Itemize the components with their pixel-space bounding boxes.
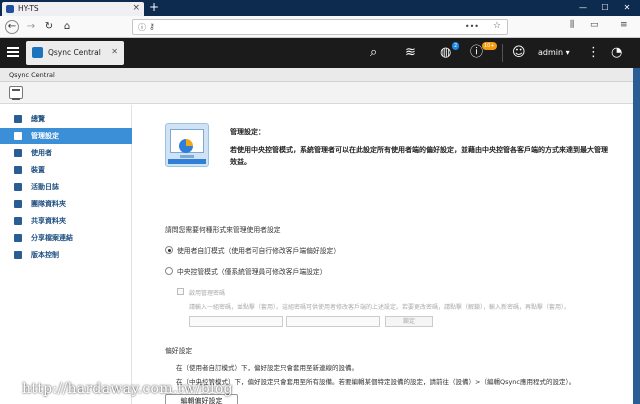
enable-password-checkbox[interactable] xyxy=(177,288,184,295)
mode-question: 請問您需要何種形式來管理使用者設定 xyxy=(165,226,281,234)
more-icon[interactable]: ⋮ xyxy=(587,45,600,61)
browser-tab-bar: HY-TS × + — ☐ ✕ xyxy=(0,0,640,16)
management-icon xyxy=(14,132,22,140)
lock-button[interactable]: 鎖定 xyxy=(385,316,433,327)
window-toolbar xyxy=(0,82,633,104)
password-hint: 請輸入一組密碼，並點擊（套用）。這組密碼可供使用者修改客戶端的上述設定。若要更改… xyxy=(189,304,571,311)
close-window-button[interactable]: ✕ xyxy=(616,0,638,16)
app-tab-qsync[interactable]: Qsync Central ✕ xyxy=(26,41,124,65)
stack-icon[interactable]: ≋ xyxy=(405,45,416,61)
browser-menu-icon[interactable]: ≡ xyxy=(620,20,628,30)
close-tab-icon[interactable]: × xyxy=(132,3,140,13)
qsync-central-window: Qsync Central 總覽 管理設定 使用者 裝置 活動日誌 團隊資料夾 xyxy=(0,68,633,404)
sidebar-item-management[interactable]: 管理設定 xyxy=(0,128,132,144)
sidebar-item-users[interactable]: 使用者 xyxy=(0,145,132,161)
sidebar-item-label: 分享檔案連結 xyxy=(31,234,73,242)
sidebar-item-label: 管理設定 xyxy=(31,132,59,140)
team-folder-icon xyxy=(14,200,22,208)
users-icon xyxy=(14,149,22,157)
minimize-button[interactable]: — xyxy=(572,0,594,16)
preferences-note-central-mode: 在（中央控管模式）下，偏好設定只會套用至所有設備。若要編輯某個特定設備的設定，請… xyxy=(176,378,576,386)
back-icon[interactable]: ← xyxy=(5,20,19,34)
main-panel: 管理設定： 若使用中央控管模式，系統管理者可以在此設定所有使用者端的偏好設定，並… xyxy=(133,105,633,404)
shared-folder-icon xyxy=(14,217,22,225)
notice-badge: 10+ xyxy=(482,42,497,50)
user-mode-radio[interactable] xyxy=(165,246,173,254)
activity-log-icon xyxy=(14,183,22,191)
maximize-button[interactable]: ☐ xyxy=(594,0,616,16)
desktop-edge xyxy=(633,68,640,404)
key-icon[interactable]: ⚷ xyxy=(149,22,155,31)
sidebar-item-label: 總覽 xyxy=(31,115,45,123)
home-icon[interactable]: ⌂ xyxy=(60,20,74,34)
user-menu[interactable]: admin ▾ xyxy=(538,48,570,57)
page-title: 管理設定： xyxy=(230,128,265,136)
tasks-badge: 2 xyxy=(452,42,460,50)
enable-password-label: 啟用管理密碼 xyxy=(189,290,226,297)
central-mode-radio[interactable] xyxy=(165,267,173,275)
sidebar-item-label: 活動日誌 xyxy=(31,183,59,191)
password-input[interactable] xyxy=(189,316,283,327)
central-mode-label: 中央控管模式（僅系統管理員可修改客戶端設定） xyxy=(177,268,327,276)
toggle-sidebar-button[interactable] xyxy=(9,86,23,100)
sidebar-item-activity-log[interactable]: 活動日誌 xyxy=(0,179,132,195)
notice-icon[interactable]: ⓘ xyxy=(470,45,483,61)
sidebar-item-label: 版本控制 xyxy=(31,251,59,259)
sidebar-item-shared-folder[interactable]: 共享資料夾 xyxy=(0,213,132,229)
user-icon[interactable]: ☺ xyxy=(512,45,526,61)
tasks-icon[interactable]: ◍ xyxy=(440,45,451,61)
window-title-bar: Qsync Central xyxy=(0,68,633,82)
close-app-tab-icon[interactable]: ✕ xyxy=(111,47,118,56)
bookmark-star-icon[interactable]: ☆ xyxy=(493,21,501,31)
window-title: Qsync Central xyxy=(9,71,55,79)
version-control-icon xyxy=(14,251,22,259)
sidebar-item-label: 團隊資料夾 xyxy=(31,200,66,208)
browser-nav-bar: ← → ↻ ⌂ ⓘ ⚷ ••• ☆ ⫼ ▭ ≡ xyxy=(0,16,640,38)
new-tab-button[interactable]: + xyxy=(149,0,159,14)
search-icon[interactable]: ⌕ xyxy=(370,45,377,61)
management-settings-illustration-icon xyxy=(165,123,209,167)
preferences-note-user-mode: 在（使用者自訂模式）下，偏好設定只會套用至新連線的設備。 xyxy=(176,364,358,372)
password-confirm-input[interactable] xyxy=(286,316,380,327)
info-icon[interactable]: ⓘ xyxy=(138,22,146,33)
user-mode-label: 使用者自訂模式（使用者可自行修改客戶端偏好設定） xyxy=(177,247,341,255)
qnap-favicon-icon xyxy=(6,5,14,13)
address-bar[interactable]: ⓘ ⚷ ••• ☆ xyxy=(132,19,508,35)
app-tab-title: Qsync Central xyxy=(48,48,101,57)
browser-tab-title: HY-TS xyxy=(18,4,39,13)
reload-icon[interactable]: ↻ xyxy=(42,20,56,34)
preferences-heading: 偏好設定 xyxy=(165,347,193,355)
sidebar: 總覽 管理設定 使用者 裝置 活動日誌 團隊資料夾 共享資料夾 分享檔案連結 版… xyxy=(0,105,132,404)
sidebar-item-share-links[interactable]: 分享檔案連結 xyxy=(0,230,132,246)
forward-icon[interactable]: → xyxy=(24,20,38,34)
sidebar-item-version-control[interactable]: 版本控制 xyxy=(0,247,132,263)
page-actions-icon[interactable]: ••• xyxy=(465,22,479,31)
hamburger-icon[interactable] xyxy=(7,47,19,59)
page-description: 若使用中央控管模式，系統管理者可以在此設定所有使用者端的偏好設定，並藉由中央控管… xyxy=(230,146,608,166)
dashboard-icon[interactable]: ◔ xyxy=(611,45,622,61)
sidebar-item-label: 使用者 xyxy=(31,149,52,157)
browser-tab[interactable]: HY-TS × xyxy=(2,2,144,16)
devices-icon xyxy=(14,166,22,174)
overview-icon xyxy=(14,115,22,123)
qsync-icon xyxy=(32,47,43,58)
watermark: http://hardaway.com.tw/blog xyxy=(22,381,233,397)
library-icon[interactable]: ⫼ xyxy=(570,20,574,30)
sidebar-item-overview[interactable]: 總覽 xyxy=(0,111,132,127)
share-link-icon xyxy=(14,234,22,242)
reader-icon[interactable]: ▭ xyxy=(590,20,599,30)
sidebar-item-label: 裝置 xyxy=(31,166,45,174)
separator xyxy=(502,44,503,62)
sidebar-item-label: 共享資料夾 xyxy=(31,217,66,225)
qts-header: Qsync Central ✕ ⌕ ≋ ◍ 2 ⓘ 10+ ☺ admin ▾ … xyxy=(0,38,640,68)
sidebar-item-devices[interactable]: 裝置 xyxy=(0,162,132,178)
sidebar-item-team-folder[interactable]: 團隊資料夾 xyxy=(0,196,132,212)
